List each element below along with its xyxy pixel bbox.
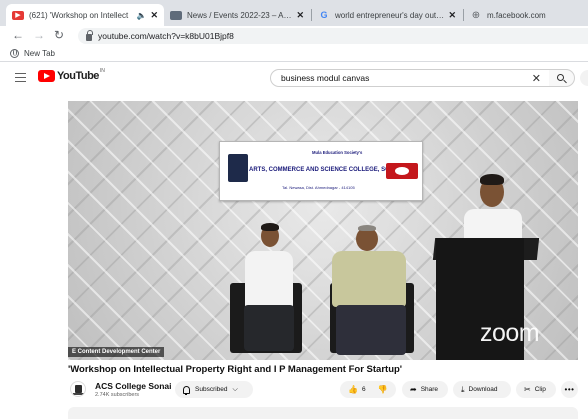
globe-favicon-icon: ⊕ (471, 9, 481, 21)
browser-tab-news[interactable]: News / Events 2022-23 – ACS Co ✕ (164, 4, 310, 26)
tab-title: News / Events 2022-23 – ACS Co (187, 10, 292, 20)
banner-college-name: ARTS, COMMERCE AND SCIENCE COLLEGE, SONA… (249, 167, 401, 173)
banner-address: Tal. Newasa, Dist. Ahmednagar - 414105 (282, 185, 355, 190)
chevron-down-icon: ⌵ (232, 385, 238, 393)
youtube-play-icon (38, 70, 55, 82)
download-label: Download (468, 386, 498, 393)
browser-tab-google[interactable]: G world entrepreneur's day output ✕ (312, 4, 462, 26)
close-tab-icon[interactable]: ✕ (150, 10, 158, 21)
video-player[interactable]: Mula Education Society's ARTS, COMMERCE … (68, 101, 578, 360)
browser-toolbar: ← → ↻ youtube.com/watch?v=k8bU01Bjpf8 (0, 26, 588, 46)
forward-arrow-icon[interactable]: → (33, 28, 45, 42)
channel-name[interactable]: ACS College Sonai (95, 381, 172, 391)
banner-society: Mula Education Society's (312, 150, 363, 155)
college-banner: Mula Education Society's ARTS, COMMERCE … (219, 141, 423, 201)
description-box[interactable] (68, 407, 578, 419)
thumbs-up-icon[interactable]: 👍 (348, 385, 358, 394)
banner-emblem-icon (386, 163, 418, 179)
download-button[interactable]: ⤓ Download (453, 381, 511, 398)
reload-icon[interactable]: ↻ (54, 28, 64, 42)
subscribed-button[interactable]: Subscribed ⌵ (175, 381, 253, 398)
browser-tab-strip: ▶ (621) 'Workshop on Intellect 🔈 ✕ News … (0, 0, 588, 26)
google-favicon-icon: G (320, 10, 328, 20)
like-count[interactable]: 6 (362, 386, 366, 393)
browser-tab-facebook[interactable]: ⊕ m.facebook.com (464, 4, 588, 26)
channel-avatar[interactable] (70, 381, 86, 397)
globe-icon (10, 49, 19, 58)
lock-icon (86, 29, 93, 41)
like-dislike-group: 👍 6 👎 (340, 381, 396, 398)
logo-wordmark: YouTube (57, 70, 99, 82)
college-logo-icon (228, 154, 248, 182)
video-title: 'Workshop on Intellectual Property Right… (68, 364, 403, 375)
zoom-watermark: zoom (480, 319, 540, 347)
close-tab-icon[interactable]: ✕ (448, 10, 456, 21)
menu-icon[interactable] (15, 73, 26, 85)
tab-title: (621) 'Workshop on Intellect (29, 10, 129, 20)
clip-label: Clip (534, 386, 546, 393)
share-icon: ➦ (410, 385, 417, 394)
search-icon (557, 74, 564, 81)
search-input[interactable]: business modul canvas ✕ (270, 69, 550, 87)
more-options-icon[interactable]: ••• (561, 381, 578, 398)
bell-icon (183, 385, 190, 395)
browser-tab-youtube[interactable]: ▶ (621) 'Workshop on Intellect 🔈 ✕ (6, 4, 164, 26)
youtube-logo[interactable]: YouTube IN (38, 68, 105, 82)
share-button[interactable]: ➦ Share (402, 381, 448, 398)
bookmark-new-tab[interactable]: New Tab (24, 49, 55, 58)
speaker-icon[interactable]: 🔈 (136, 11, 146, 20)
search-query: business modul canvas (281, 73, 370, 83)
channel-watermark: E Content Development Center (68, 347, 165, 357)
youtube-favicon-icon: ▶ (12, 10, 24, 20)
site-favicon-icon (170, 10, 182, 20)
voice-search-button[interactable] (580, 70, 588, 86)
country-code: IN (99, 68, 105, 74)
thumbs-down-icon[interactable]: 👎 (378, 385, 388, 394)
clear-search-icon[interactable]: ✕ (532, 72, 541, 85)
search-button[interactable] (549, 69, 575, 87)
subscribed-label: Subscribed (195, 386, 228, 393)
tab-title: m.facebook.com (487, 10, 546, 20)
bookmarks-bar: New Tab (0, 46, 588, 62)
scissors-icon: ✂ (524, 385, 531, 394)
youtube-header: YouTube IN business modul canvas ✕ (0, 62, 588, 94)
url-text: youtube.com/watch?v=k8bU01Bjpf8 (98, 31, 234, 41)
address-bar[interactable]: youtube.com/watch?v=k8bU01Bjpf8 (78, 28, 588, 44)
download-icon: ⤓ (461, 384, 465, 394)
close-tab-icon[interactable]: ✕ (296, 10, 304, 21)
back-arrow-icon[interactable]: ← (12, 28, 24, 42)
subscriber-count: 2.74K subscribers (95, 392, 140, 398)
share-label: Share (420, 386, 439, 393)
tab-title: world entrepreneur's day output (335, 10, 445, 20)
clip-button[interactable]: ✂ Clip (516, 381, 556, 398)
